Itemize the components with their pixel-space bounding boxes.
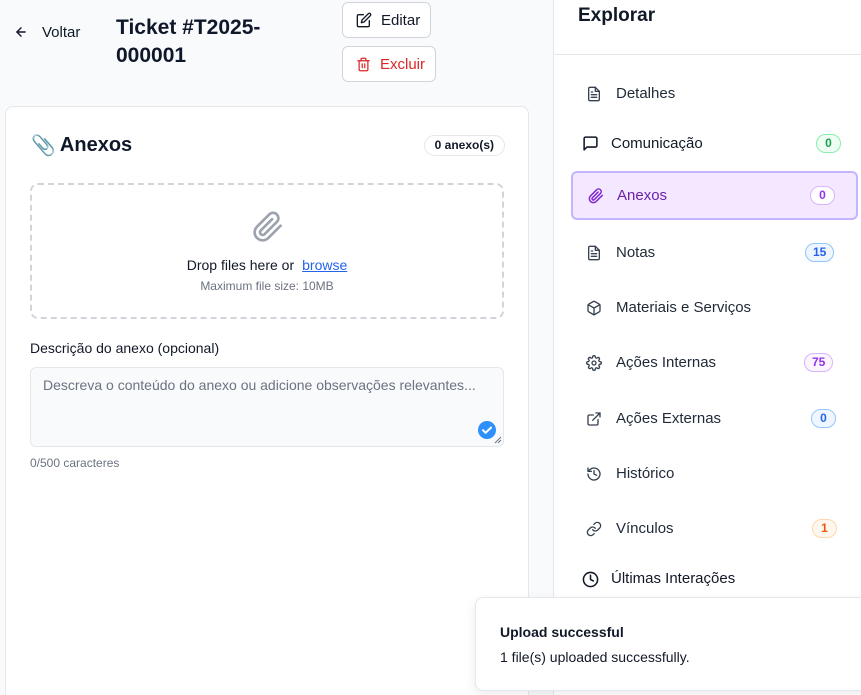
- character-counter: 0/500 caracteres: [30, 456, 120, 470]
- sidebar-item-ultimas-interacoes[interactable]: Últimas Interações: [572, 556, 856, 602]
- sidebar-item-materiais-servicos[interactable]: Materiais e Serviços: [572, 285, 856, 331]
- sidebar-item-label: Anexos: [617, 187, 668, 204]
- sidebar-item-label: Notas: [616, 244, 656, 261]
- sidebar-item-label: Vínculos: [616, 520, 674, 537]
- gear-icon: [586, 355, 602, 371]
- sidebar-item-comunicacao[interactable]: Comunicação 0: [572, 121, 856, 167]
- delete-label: Excluir: [380, 55, 426, 73]
- attachments-title: Anexos: [59, 134, 133, 156]
- sidebar-item-label: Detalhes: [616, 85, 676, 102]
- package-icon: [586, 300, 602, 316]
- count-badge: 0: [811, 409, 836, 428]
- toast-title: Upload successful: [500, 624, 624, 640]
- count-badge: 15: [805, 243, 835, 262]
- edit-button[interactable]: Editar: [342, 2, 431, 38]
- sidebar-item-notas[interactable]: Notas 15: [572, 230, 856, 276]
- sidebar-item-acoes-internas[interactable]: Ações Internas 75: [572, 340, 856, 386]
- sidebar-item-label: Histórico: [616, 465, 675, 482]
- back-label: Voltar: [42, 23, 81, 41]
- history-icon: [586, 466, 602, 482]
- sidebar-item-label: Ações Internas: [616, 354, 717, 371]
- attachment-count-badge: 0 anexo(s): [423, 135, 505, 156]
- page-title: Ticket #T2025-000001: [116, 16, 261, 67]
- attachments-card: 📎 Anexos 0 anexo(s) Drop files here or br…: [5, 106, 529, 695]
- max-file-size-hint: Maximum file size: 10MB: [200, 279, 334, 293]
- clock-icon: [582, 571, 599, 588]
- count-badge: 75: [804, 353, 834, 372]
- count-badge: 1: [812, 519, 837, 538]
- edit-label: Editar: [381, 11, 421, 29]
- message-square-icon: [582, 135, 599, 152]
- sidebar-item-vinculos[interactable]: Vínculos 1: [572, 506, 856, 552]
- external-link-icon: [586, 411, 602, 427]
- browse-link[interactable]: browse: [302, 257, 347, 273]
- drop-instructions: Drop files here or browse: [32, 257, 502, 273]
- sidebar-title: Explorar: [578, 5, 656, 26]
- sidebar-item-acoes-externas[interactable]: Ações Externas 0: [572, 396, 856, 442]
- resize-handle-icon[interactable]: [494, 436, 502, 444]
- paperclip-icon: [252, 211, 284, 243]
- paperclip-emoji-icon: 📎: [31, 135, 56, 157]
- description-label: Descrição do anexo (opcional): [30, 340, 220, 356]
- sidebar-divider: [554, 54, 861, 55]
- paperclip-icon: [588, 188, 604, 204]
- back-button[interactable]: Voltar: [14, 20, 80, 44]
- edit-icon: [356, 12, 372, 28]
- toast-message: 1 file(s) uploaded successfully.: [500, 649, 690, 665]
- drop-text: Drop files here or: [186, 257, 295, 273]
- sidebar-item-detalhes[interactable]: Detalhes: [572, 71, 856, 117]
- count-badge: 0: [810, 186, 835, 205]
- description-textarea[interactable]: [30, 367, 504, 447]
- trash-icon: [356, 57, 371, 72]
- arrow-left-icon: [14, 25, 28, 39]
- link-icon: [586, 521, 602, 537]
- file-text-icon: [586, 86, 602, 102]
- sidebar-item-label: Últimas Interações: [611, 570, 736, 587]
- sidebar-item-label: Materiais e Serviços: [616, 299, 752, 316]
- file-dropzone[interactable]: Drop files here or browse Maximum file si…: [30, 183, 504, 319]
- sidebar-item-label: Ações Externas: [616, 410, 722, 427]
- delete-button[interactable]: Excluir: [342, 46, 436, 82]
- upload-toast[interactable]: Upload successful 1 file(s) uploaded suc…: [475, 597, 861, 691]
- sidebar-item-anexos[interactable]: Anexos 0: [571, 171, 858, 220]
- attachments-heading: 📎 Anexos: [31, 133, 132, 158]
- count-badge: 0: [816, 134, 841, 153]
- explore-sidebar: Explorar Detalhes Comunicação 0 Anexos 0…: [553, 0, 861, 695]
- sidebar-item-historico[interactable]: Histórico: [572, 451, 856, 497]
- file-text-icon: [586, 245, 602, 261]
- sidebar-item-label: Comunicação: [611, 135, 703, 152]
